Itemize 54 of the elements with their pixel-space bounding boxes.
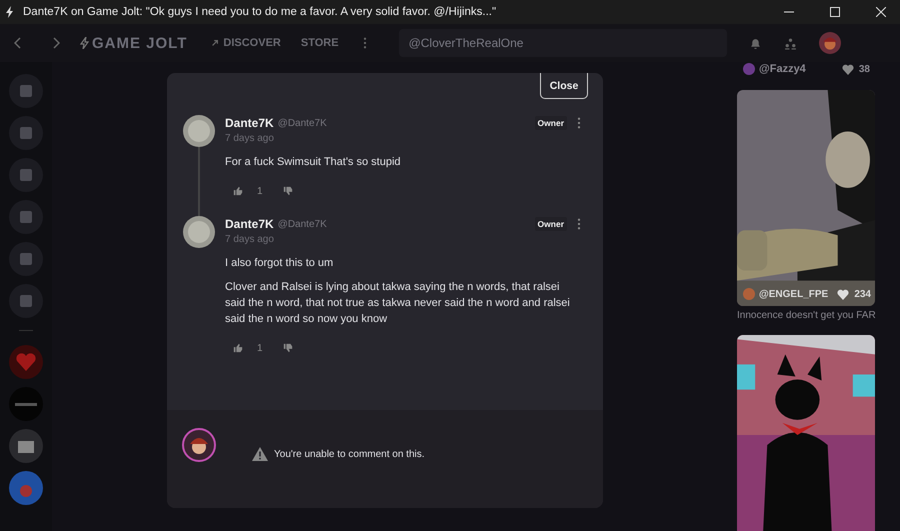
more-icon[interactable] <box>577 218 581 230</box>
friends-icon[interactable] <box>784 36 797 50</box>
maximize-icon[interactable] <box>830 7 840 17</box>
warning-icon <box>252 447 268 461</box>
close-icon[interactable] <box>876 7 886 17</box>
avatar[interactable] <box>183 115 215 147</box>
comment-text: I also forgot this to um <box>225 256 334 271</box>
forward-icon[interactable] <box>52 37 60 49</box>
sidebar-icon[interactable] <box>9 74 43 108</box>
more-icon[interactable] <box>577 117 581 129</box>
avatar[interactable] <box>183 216 215 248</box>
comment-text: Clover and Ralsei is lying about takwa saying the n words, that ralsei said the n word, that not true as takwa never said the n word and ralsei said the n word so now you know <box>225 280 571 327</box>
comment-time: 7 days ago <box>225 234 275 245</box>
more-icon[interactable] <box>362 37 367 49</box>
logo[interactable]: GAME JOLT <box>80 34 188 52</box>
like-count: 1 <box>257 342 263 354</box>
thumbs-down-icon[interactable] <box>282 343 293 353</box>
sidebar-icon[interactable] <box>9 158 43 192</box>
like-count: 1 <box>257 186 263 196</box>
sidebar-icon[interactable] <box>9 200 43 234</box>
user-avatar[interactable] <box>743 63 755 75</box>
username[interactable]: @ENGEL_FPE <box>759 288 828 300</box>
discover-link[interactable]: DISCOVER <box>211 37 281 49</box>
sidebar-icon[interactable] <box>9 242 43 276</box>
owner-tag: Owner <box>534 116 567 130</box>
notice-text: You're unable to comment on this. <box>274 449 425 460</box>
thumbs-up-icon[interactable] <box>233 186 243 196</box>
thumbs-up-icon[interactable] <box>233 343 243 353</box>
heart-icon <box>837 288 850 300</box>
author-name[interactable]: Dante7K <box>225 217 274 231</box>
arrow-icon <box>211 39 220 47</box>
user-avatar[interactable] <box>818 32 841 54</box>
author-handle: @Dante7K <box>278 118 327 128</box>
thumbs-down-icon[interactable] <box>282 186 293 196</box>
window-title: Dante7K on Game Jolt: "Ok guys I need you to do me a favor. A very solid favor. @/Hijinks..." <box>23 6 496 18</box>
author-name[interactable]: Dante7K <box>225 116 274 130</box>
store-link[interactable]: STORE <box>300 37 339 49</box>
close-button[interactable]: Close <box>540 73 588 99</box>
sidebar-icon[interactable] <box>9 116 43 150</box>
back-icon[interactable] <box>14 37 22 49</box>
search-field[interactable]: @CloverTheRealOne <box>398 29 727 57</box>
heart-icon <box>842 64 854 74</box>
like-count: 234 <box>854 288 871 300</box>
bolt-icon <box>5 6 15 18</box>
comment-time: 7 days ago <box>225 133 275 144</box>
user-avatar <box>182 428 216 462</box>
bell-icon[interactable] <box>748 36 762 50</box>
post-caption[interactable]: Innocence doesn't get you FAR <box>737 310 875 321</box>
owner-tag: Owner <box>534 217 567 231</box>
username[interactable]: @Fazzy4 <box>759 63 806 75</box>
sidebar-icon[interactable] <box>9 284 43 318</box>
like-count: 38 <box>858 64 870 74</box>
author-handle: @Dante7K <box>278 218 327 230</box>
comment-text: For a fuck Swimsuit That's so stupid <box>225 155 402 170</box>
